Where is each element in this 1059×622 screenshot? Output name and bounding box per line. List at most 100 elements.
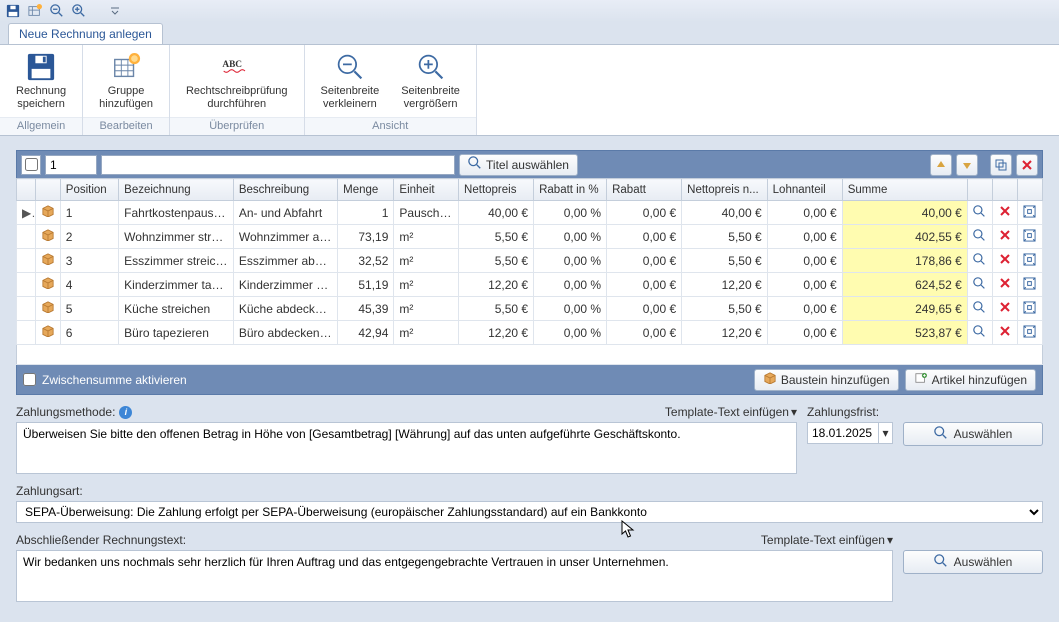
cell-nettopreis[interactable]: 40,00 € (459, 201, 534, 225)
cell-menge[interactable]: 32,52 (338, 249, 394, 273)
row-delete-button[interactable] (992, 273, 1017, 297)
row-delete-button[interactable] (992, 297, 1017, 321)
group-title-input[interactable] (101, 155, 455, 175)
cell-lohnanteil[interactable]: 0,00 € (767, 273, 842, 297)
cell-menge[interactable]: 73,19 (338, 225, 394, 249)
cell-einheit[interactable]: m² (394, 297, 459, 321)
cell-rabatt[interactable]: 0,00 € (607, 249, 682, 273)
cell-rabatt-prozent[interactable]: 0,00 % (534, 297, 607, 321)
cell-lohnanteil[interactable]: 0,00 € (767, 297, 842, 321)
row-delete-button[interactable] (992, 321, 1017, 345)
abschluss-textarea[interactable]: Wir bedanken uns nochmals sehr herzlich … (16, 550, 893, 602)
cell-rabatt[interactable]: 0,00 € (607, 225, 682, 249)
row-detail-button[interactable] (967, 225, 992, 249)
row-detail-button[interactable] (967, 249, 992, 273)
row-expand-button[interactable] (1017, 273, 1042, 297)
col-header[interactable] (967, 179, 992, 201)
col-header[interactable]: Nettopreis n... (682, 179, 768, 201)
info-icon[interactable]: i (119, 406, 132, 419)
cell-rabatt-prozent[interactable]: 0,00 % (534, 321, 607, 345)
table-row[interactable]: 5Küche streichenKüche abdecken ...45,39m… (17, 297, 1043, 321)
col-header[interactable]: Rabatt (607, 179, 682, 201)
col-header[interactable] (17, 179, 36, 201)
cell-position[interactable]: 6 (60, 321, 118, 345)
col-header[interactable]: Nettopreis (459, 179, 534, 201)
col-header[interactable]: Rabatt in % (534, 179, 607, 201)
table-row[interactable]: ▶1Fahrtkostenpausch...An- und Abfahrt1Pa… (17, 201, 1043, 225)
move-up-button[interactable] (930, 154, 952, 176)
auswaehlen-button-2[interactable]: Auswählen (903, 550, 1043, 574)
cell-nettopreis[interactable]: 12,20 € (459, 321, 534, 345)
row-delete-button[interactable] (992, 201, 1017, 225)
cell-einheit[interactable]: m² (394, 225, 459, 249)
cell-beschreibung[interactable]: An- und Abfahrt (233, 201, 337, 225)
ribbon-tab-neue-rechnung[interactable]: Neue Rechnung anlegen (8, 23, 163, 44)
cell-position[interactable]: 3 (60, 249, 118, 273)
cell-beschreibung[interactable]: Küche abdecken ... (233, 297, 337, 321)
row-detail-button[interactable] (967, 201, 992, 225)
col-header[interactable] (35, 179, 60, 201)
row-expand-button[interactable] (1017, 321, 1042, 345)
cell-rabatt-prozent[interactable]: 0,00 % (534, 225, 607, 249)
zahlungsart-select[interactable]: SEPA-Überweisung: Die Zahlung erfolgt pe… (16, 501, 1043, 523)
cell-nettopreis-neu[interactable]: 5,50 € (682, 249, 768, 273)
col-header[interactable]: Summe (842, 179, 967, 201)
cell-menge[interactable]: 42,94 (338, 321, 394, 345)
col-header[interactable]: Bezeichnung (119, 179, 234, 201)
cell-nettopreis[interactable]: 5,50 € (459, 225, 534, 249)
cell-beschreibung[interactable]: Kinderzimmer ab... (233, 273, 337, 297)
col-header[interactable]: Menge (338, 179, 394, 201)
move-down-button[interactable] (956, 154, 978, 176)
cell-rabatt[interactable]: 0,00 € (607, 273, 682, 297)
cell-lohnanteil[interactable]: 0,00 € (767, 201, 842, 225)
qat-zoom-in-button[interactable] (70, 2, 88, 20)
cell-rabatt[interactable]: 0,00 € (607, 201, 682, 225)
cell-einheit[interactable]: m² (394, 321, 459, 345)
row-expand-button[interactable] (1017, 201, 1042, 225)
cell-nettopreis-neu[interactable]: 40,00 € (682, 201, 768, 225)
cell-nettopreis-neu[interactable]: 12,20 € (682, 273, 768, 297)
cell-beschreibung[interactable]: Esszimmer abdeck... (233, 249, 337, 273)
cell-position[interactable]: 5 (60, 297, 118, 321)
cell-lohnanteil[interactable]: 0,00 € (767, 249, 842, 273)
cell-bezeichnung[interactable]: Fahrtkostenpausch... (119, 201, 234, 225)
qat-new-table-button[interactable] (26, 2, 44, 20)
col-header[interactable]: Position (60, 179, 118, 201)
row-expand-button[interactable] (1017, 249, 1042, 273)
cell-position[interactable]: 2 (60, 225, 118, 249)
zoom-out-button[interactable]: Seitenbreite verkleinern (315, 49, 386, 113)
qat-customize-dropdown[interactable] (106, 2, 124, 20)
row-expand-button[interactable] (1017, 297, 1042, 321)
table-row[interactable]: 4Kinderzimmer tapez...Kinderzimmer ab...… (17, 273, 1043, 297)
cell-lohnanteil[interactable]: 0,00 € (767, 321, 842, 345)
cell-einheit[interactable]: Pauschale (394, 201, 459, 225)
row-detail-button[interactable] (967, 297, 992, 321)
col-header[interactable]: Lohnanteil (767, 179, 842, 201)
qat-zoom-out-button[interactable] (48, 2, 66, 20)
cell-rabatt[interactable]: 0,00 € (607, 297, 682, 321)
table-row[interactable]: 3Esszimmer streichenEsszimmer abdeck...3… (17, 249, 1043, 273)
select-title-button[interactable]: Titel auswählen (459, 154, 578, 176)
cell-bezeichnung[interactable]: Wohnzimmer streic... (119, 225, 234, 249)
cell-rabatt[interactable]: 0,00 € (607, 321, 682, 345)
date-dropdown-button[interactable]: ▾ (879, 422, 893, 444)
save-invoice-button[interactable]: Rechnung speichern (10, 49, 72, 113)
cell-rabatt-prozent[interactable]: 0,00 % (534, 201, 607, 225)
cell-bezeichnung[interactable]: Kinderzimmer tapez... (119, 273, 234, 297)
cell-rabatt-prozent[interactable]: 0,00 % (534, 273, 607, 297)
row-detail-button[interactable] (967, 321, 992, 345)
cell-einheit[interactable]: m² (394, 273, 459, 297)
add-baustein-button[interactable]: Baustein hinzufügen (754, 369, 899, 391)
row-detail-button[interactable] (967, 273, 992, 297)
delete-group-button[interactable] (1016, 154, 1038, 176)
cell-einheit[interactable]: m² (394, 249, 459, 273)
group-number-input[interactable] (45, 155, 97, 175)
cell-bezeichnung[interactable]: Büro tapezieren (119, 321, 234, 345)
cell-nettopreis[interactable]: 5,50 € (459, 249, 534, 273)
copy-group-button[interactable] (990, 154, 1012, 176)
cell-position[interactable]: 1 (60, 201, 118, 225)
cell-nettopreis-neu[interactable]: 5,50 € (682, 297, 768, 321)
cell-nettopreis[interactable]: 12,20 € (459, 273, 534, 297)
cell-rabatt-prozent[interactable]: 0,00 % (534, 249, 607, 273)
zahlungsmethode-textarea[interactable]: Überweisen Sie bitte den offenen Betrag … (16, 422, 797, 474)
